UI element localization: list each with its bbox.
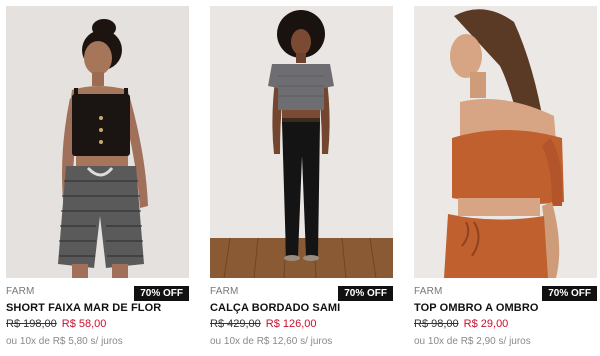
old-price: R$ 98,00 [414,318,459,330]
price-row: R$ 98,00 R$ 29,00 [414,318,508,330]
product-grid: FARM 70% OFF SHORT FAIXA MAR DE FLOR R$ … [6,6,597,356]
sale-price: R$ 58,00 [61,318,107,330]
brand-label: FARM [414,286,443,297]
product-info: FARM 70% OFF CALÇA BORDADO SAMI R$ 429,0… [210,278,393,356]
installments-text: ou 10x de R$ 12,60 s/ juros [210,336,333,347]
product-name[interactable]: SHORT FAIXA MAR DE FLOR [6,302,161,314]
product-image[interactable] [210,6,393,278]
product-card[interactable]: FARM 70% OFF CALÇA BORDADO SAMI R$ 429,0… [210,6,393,356]
discount-badge: 70% OFF [542,286,597,301]
price-row: R$ 198,00 R$ 58,00 [6,318,106,330]
product-name[interactable]: CALÇA BORDADO SAMI [210,302,340,314]
product-info: FARM 70% OFF SHORT FAIXA MAR DE FLOR R$ … [6,278,189,356]
product-info: FARM 70% OFF TOP OMBRO A OMBRO R$ 98,00 R… [414,278,597,356]
old-price: R$ 198,00 [6,318,57,330]
product-card[interactable]: FARM 70% OFF TOP OMBRO A OMBRO R$ 98,00 R… [414,6,597,356]
product-name[interactable]: TOP OMBRO A OMBRO [414,302,539,314]
product-image[interactable] [6,6,189,278]
discount-badge: 70% OFF [338,286,393,301]
brand-label: FARM [210,286,239,297]
old-price: R$ 429,00 [210,318,261,330]
product-image[interactable] [414,6,597,278]
installments-text: ou 10x de R$ 2,90 s/ juros [414,336,531,347]
brand-label: FARM [6,286,35,297]
price-row: R$ 429,00 R$ 126,00 [210,318,317,330]
sale-price: R$ 126,00 [265,318,317,330]
sale-price: R$ 29,00 [463,318,509,330]
installments-text: ou 10x de R$ 5,80 s/ juros [6,336,123,347]
discount-badge: 70% OFF [134,286,189,301]
product-card[interactable]: FARM 70% OFF SHORT FAIXA MAR DE FLOR R$ … [6,6,189,356]
